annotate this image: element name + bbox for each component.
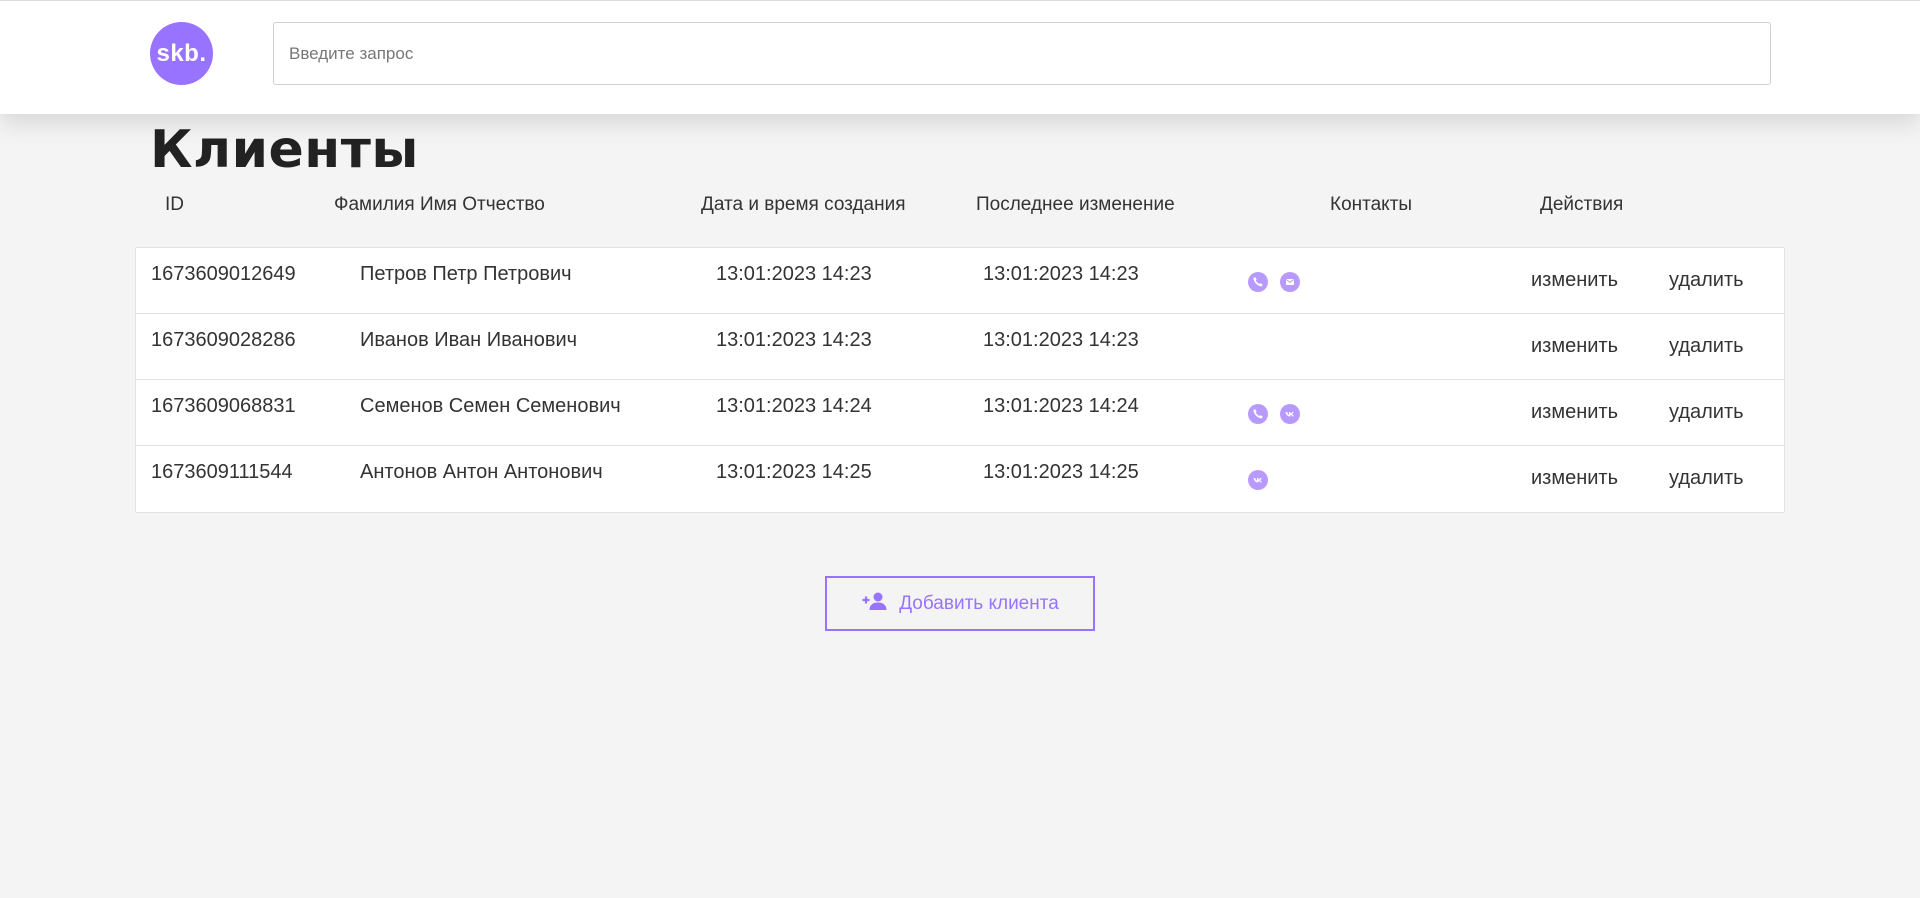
table-row: 1673609068831 Семенов Семен Семенович 13… — [136, 380, 1784, 446]
edit-button[interactable]: изменить — [1531, 335, 1618, 358]
client-id: 1673609111544 — [151, 461, 293, 483]
column-header-id[interactable]: ID — [165, 194, 184, 216]
mail-icon[interactable] — [1280, 272, 1300, 292]
add-client-button[interactable]: Добавить клиента — [825, 576, 1095, 631]
client-changed: 13:01:2023 14:23 — [983, 263, 1139, 285]
client-fio: Петров Петр Петрович — [360, 263, 572, 285]
phone-icon[interactable] — [1248, 404, 1268, 424]
column-header-created[interactable]: Дата и время создания — [701, 194, 906, 216]
search-input[interactable] — [273, 22, 1771, 85]
add-client-label: Добавить клиента — [899, 592, 1059, 614]
client-created: 13:01:2023 14:24 — [716, 395, 872, 417]
client-contacts — [1248, 404, 1300, 424]
column-header-fio[interactable]: Фамилия Имя Отчество — [334, 194, 545, 216]
client-fio: Иванов Иван Иванович — [360, 329, 578, 351]
client-fio: Семенов Семен Семенович — [360, 395, 621, 417]
edit-button[interactable]: изменить — [1531, 269, 1618, 292]
client-fio: Антонов Антон Антонович — [360, 461, 603, 483]
logo: skb. — [150, 22, 213, 85]
column-header-actions: Действия — [1540, 194, 1624, 215]
table-row: 1673609028286 Иванов Иван Иванович 13:01… — [136, 314, 1784, 380]
client-id: 1673609012649 — [151, 263, 296, 285]
phone-icon[interactable] — [1248, 272, 1268, 292]
delete-button[interactable]: удалить — [1669, 467, 1744, 490]
client-contacts — [1248, 470, 1268, 490]
client-changed: 13:01:2023 14:23 — [983, 329, 1139, 351]
table-row: 1673609012649 Петров Петр Петрович 13:01… — [136, 248, 1784, 314]
delete-button[interactable]: удалить — [1669, 401, 1744, 424]
client-changed: 13:01:2023 14:25 — [983, 461, 1139, 483]
column-header-contacts: Контакты — [1330, 194, 1413, 215]
column-header-changed[interactable]: Последнее изменение — [976, 194, 1175, 216]
delete-button[interactable]: удалить — [1669, 335, 1744, 358]
client-created: 13:01:2023 14:23 — [716, 329, 872, 351]
add-user-icon — [861, 591, 889, 617]
clients-table: 1673609012649 Петров Петр Петрович 13:01… — [135, 247, 1785, 513]
page-title: Клиенты — [150, 120, 419, 180]
table-row: 1673609111544 Антонов Антон Антонович 13… — [136, 446, 1784, 512]
client-created: 13:01:2023 14:25 — [716, 461, 872, 483]
top-header: skb. — [0, 0, 1920, 114]
client-changed: 13:01:2023 14:24 — [983, 395, 1139, 417]
client-id: 1673609068831 — [151, 395, 296, 417]
vk-icon[interactable] — [1280, 404, 1300, 424]
client-contacts — [1248, 272, 1300, 292]
client-id: 1673609028286 — [151, 329, 296, 351]
edit-button[interactable]: изменить — [1531, 401, 1618, 424]
vk-icon[interactable] — [1248, 470, 1268, 490]
delete-button[interactable]: удалить — [1669, 269, 1744, 292]
client-created: 13:01:2023 14:23 — [716, 263, 872, 285]
edit-button[interactable]: изменить — [1531, 467, 1618, 490]
